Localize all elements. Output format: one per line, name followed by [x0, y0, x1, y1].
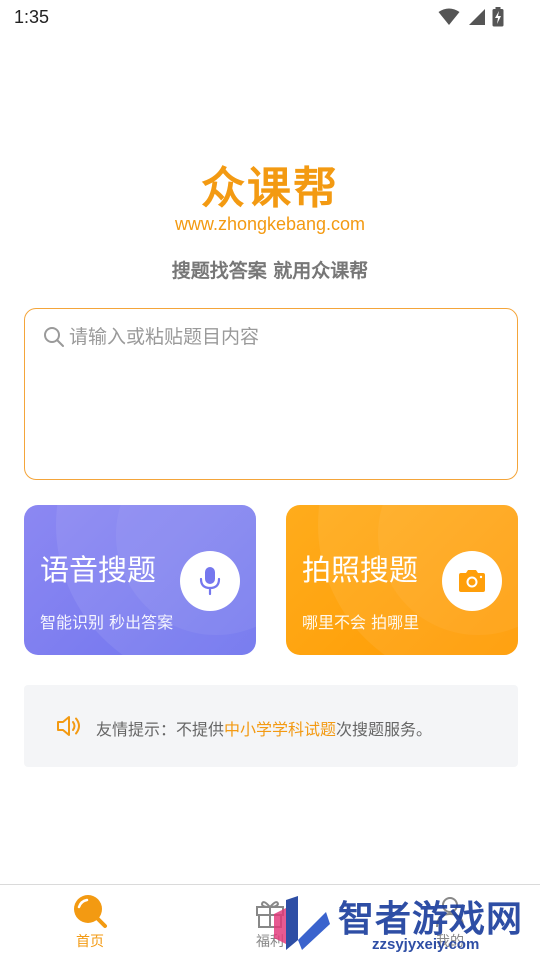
voice-search-button[interactable] [180, 551, 240, 611]
notice-prefix: 友情提示：不提供 [96, 720, 225, 739]
wifi-icon [438, 8, 460, 25]
battery-icon [492, 7, 504, 27]
photo-search-button[interactable] [442, 551, 502, 611]
search-icon [44, 327, 64, 347]
voice-search-subtitle: 智能识别 秒出答案 [40, 613, 174, 632]
status-icons [438, 7, 504, 27]
notice-text: 友情提示：不提供中小学学科试题次搜题服务。 [96, 716, 432, 740]
voice-search-card[interactable]: 语音搜题 智能识别 秒出答案 [24, 505, 256, 655]
status-time: 1:35 [14, 7, 50, 27]
status-bar: 1:35 [0, 0, 540, 36]
app-slogan: 搜题找答案 就用众课帮 [171, 260, 369, 282]
notice-suffix: 次搜题服务。 [336, 720, 433, 739]
photo-search-card[interactable]: 拍照搜题 哪里不会 拍哪里 [286, 505, 518, 655]
watermark-text: 智者游戏网 [338, 899, 524, 940]
cell-signal-icon [469, 9, 485, 25]
photo-search-subtitle: 哪里不会 拍哪里 [302, 613, 420, 632]
photo-search-title: 拍照搜题 [302, 553, 419, 587]
app-url: www.zhongkebang.com [174, 214, 366, 234]
notice-banner: 友情提示：不提供中小学学科试题次搜题服务。 [24, 685, 518, 767]
camera-icon [459, 570, 485, 592]
voice-search-title: 语音搜题 [40, 553, 157, 587]
speaker-icon [57, 716, 80, 736]
question-input[interactable]: 请输入或粘贴题目内容 [24, 308, 518, 480]
watermark: 智者游戏网 zzsyjyxeiy.com [250, 890, 540, 960]
search-placeholder: 请输入或粘贴题目内容 [69, 326, 260, 348]
watermark-domain: zzsyjyxeiy.com [372, 936, 480, 953]
microphone-icon [199, 567, 221, 596]
search-home-icon [74, 895, 107, 928]
nav-label-home: 首页 [76, 934, 104, 950]
notice-highlight: 中小学学科试题 [224, 720, 337, 739]
nav-item-home[interactable]: 首页 [40, 893, 140, 951]
app-title: 众课帮 [201, 163, 339, 214]
watermark-logo-icon [274, 896, 330, 950]
